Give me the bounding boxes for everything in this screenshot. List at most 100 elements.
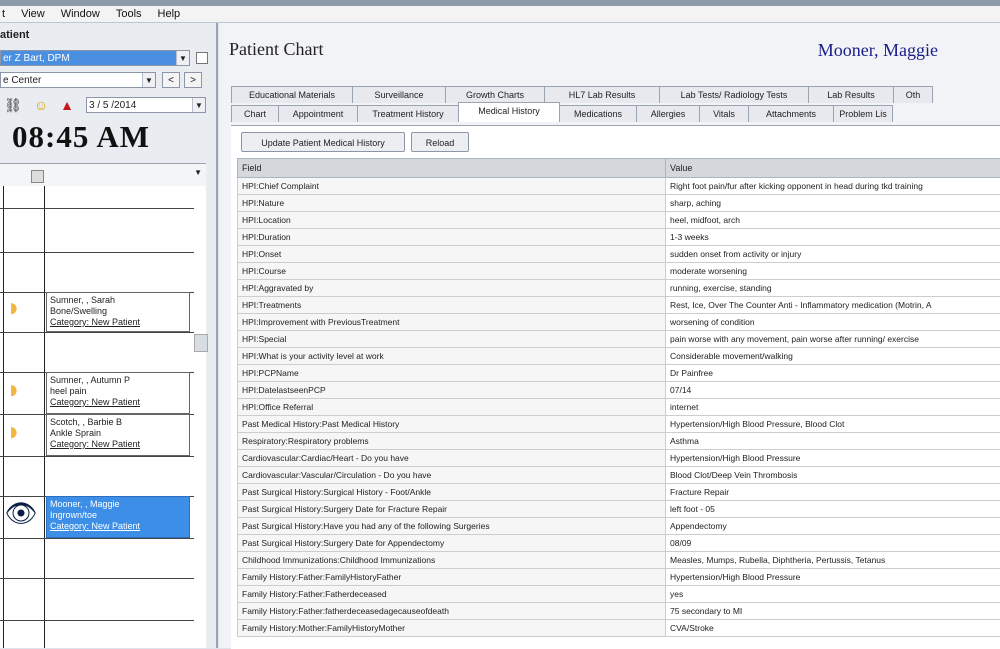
tab-treatment-history[interactable]: Treatment History	[357, 105, 459, 122]
value-cell: Hypertension/High Blood Pressure, Blood …	[666, 416, 1000, 433]
menu-tools[interactable]: Tools	[114, 8, 144, 20]
chevron-down-icon[interactable]: ▼	[192, 98, 205, 112]
alert-icon[interactable]: ▲	[58, 96, 76, 114]
panel-title: atient	[0, 29, 29, 41]
tab-attachments[interactable]: Attachments	[748, 105, 834, 122]
chevron-down-icon[interactable]: ▼	[176, 51, 189, 65]
smiley-icon[interactable]: ☺	[32, 96, 50, 114]
link-icon[interactable]: ⛓	[4, 96, 22, 114]
tab-appointment[interactable]: Appointment	[278, 105, 358, 122]
table-row[interactable]: Family History:Father:FamilyHistoryFathe…	[238, 569, 1000, 586]
patient-chart-panel: Patient Chart Mooner, Maggie Educational…	[219, 23, 1000, 648]
tab-lab-tests-radiology[interactable]: Lab Tests/ Radiology Tests	[659, 86, 809, 103]
table-row[interactable]: HPI:Office Referralinternet	[238, 399, 1000, 416]
field-cell: Family History:Father:FamilyHistoryFathe…	[238, 569, 666, 586]
table-row[interactable]: HPI:Aggravated byrunning, exercise, stan…	[238, 280, 1000, 297]
table-row[interactable]: Family History:Father:Fatherdeceasedyes	[238, 586, 1000, 603]
table-row[interactable]: HPI:PCPNameDr Painfree	[238, 365, 1000, 382]
tab-educational-materials[interactable]: Educational Materials	[231, 86, 353, 103]
location-select[interactable]: e Center ▼	[0, 72, 156, 88]
field-cell: HPI:What is your activity level at work	[238, 348, 666, 365]
field-cell: HPI:Nature	[238, 195, 666, 212]
menu-edit[interactable]: t	[0, 8, 7, 20]
field-cell: HPI:Office Referral	[238, 399, 666, 416]
tab-hl7-lab-results[interactable]: HL7 Lab Results	[544, 86, 660, 103]
appointment-reason: heel pain	[50, 386, 186, 397]
tab-problem-list[interactable]: Problem Lis	[833, 105, 893, 122]
table-row[interactable]: HPI:Locationheel, midfoot, arch	[238, 212, 1000, 229]
provider-checkbox[interactable]	[196, 52, 208, 64]
table-row[interactable]: Past Surgical History:Surgical History -…	[238, 484, 1000, 501]
tab-lab-results[interactable]: Lab Results	[808, 86, 894, 103]
value-cell: CVA/Stroke	[666, 620, 1000, 637]
table-row[interactable]: HPI:Onsetsudden onset from activity or i…	[238, 246, 1000, 263]
field-cell: HPI:Location	[238, 212, 666, 229]
menu-view[interactable]: View	[19, 8, 47, 20]
table-row[interactable]: Past Surgical History:Have you had any o…	[238, 518, 1000, 535]
table-row[interactable]: Cardiovascular:Vascular/Circulation - Do…	[238, 467, 1000, 484]
field-cell: Respiratory:Respiratory problems	[238, 433, 666, 450]
appointment-category: Category: New Patient	[50, 317, 186, 328]
tab-vitals[interactable]: Vitals	[699, 105, 749, 122]
update-medical-history-button[interactable]: Update Patient Medical History	[241, 132, 405, 152]
table-row[interactable]: HPI:Chief ComplaintRight foot pain/fur a…	[238, 178, 1000, 195]
appointment-reason: Ankle Sprain	[50, 428, 186, 439]
time-slider-handle[interactable]	[31, 170, 44, 183]
date-picker[interactable]: 3 / 5 /2014 ▼	[86, 97, 206, 113]
tab-medications[interactable]: Medications	[559, 105, 637, 122]
next-button[interactable]: >	[184, 72, 202, 88]
value-cell: worsening of condition	[666, 314, 1000, 331]
tab-allergies[interactable]: Allergies	[636, 105, 700, 122]
value-cell: sudden onset from activity or injury	[666, 246, 1000, 263]
menu-bar: t View Window Tools Help	[0, 0, 1000, 23]
foot-icon: ◗	[6, 416, 22, 446]
table-row[interactable]: Past Surgical History:Surgery Date for A…	[238, 535, 1000, 552]
appointment-reason: Ingrown/toe	[50, 510, 186, 521]
table-row[interactable]: HPI:What is your activity level at workC…	[238, 348, 1000, 365]
table-row[interactable]: Past Surgical History:Surgery Date for F…	[238, 501, 1000, 518]
chevron-down-icon[interactable]: ▼	[142, 73, 155, 87]
table-row[interactable]: HPI:Specialpain worse with any movement,…	[238, 331, 1000, 348]
table-row[interactable]: Family History:Mother:FamilyHistoryMothe…	[238, 620, 1000, 637]
table-row[interactable]: HPI:DatelastseenPCP07/14	[238, 382, 1000, 399]
reload-button[interactable]: Reload	[411, 132, 469, 152]
table-row[interactable]: Cardiovascular:Cardiac/Heart - Do you ha…	[238, 450, 1000, 467]
menu-window[interactable]: Window	[59, 8, 102, 20]
table-row[interactable]: Past Medical History:Past Medical Histor…	[238, 416, 1000, 433]
table-row[interactable]: Family History:Father:fatherdeceasedagec…	[238, 603, 1000, 620]
column-header-value[interactable]: Value	[666, 159, 1000, 178]
table-row[interactable]: HPI:Naturesharp, aching	[238, 195, 1000, 212]
provider-value: er Z Bart, DPM	[3, 53, 70, 64]
chevron-down-icon[interactable]: ▼	[194, 168, 202, 177]
table-row[interactable]: HPI:TreatmentsRest, Ice, Over The Counte…	[238, 297, 1000, 314]
tab-other[interactable]: Oth	[893, 86, 933, 103]
table-row[interactable]: HPI:Improvement with PreviousTreatmentwo…	[238, 314, 1000, 331]
value-cell: internet	[666, 399, 1000, 416]
tab-growth-charts[interactable]: Growth Charts	[445, 86, 545, 103]
appointment-card[interactable]: Scotch, , Barbie B Ankle Sprain Category…	[46, 414, 190, 456]
field-cell: HPI:DatelastseenPCP	[238, 382, 666, 399]
table-row[interactable]: Respiratory:Respiratory problemsAsthma	[238, 433, 1000, 450]
medical-history-table: Field Value HPI:Chief ComplaintRight foo…	[237, 158, 1000, 637]
schedule-scrollbar-thumb[interactable]	[194, 334, 208, 352]
tab-row-top: Educational Materials Surveillance Growt…	[231, 86, 932, 103]
column-header-field[interactable]: Field	[238, 159, 666, 178]
appointment-patient: Sumner, , Sarah	[50, 295, 186, 306]
table-row[interactable]: HPI:Duration1-3 weeks	[238, 229, 1000, 246]
appointment-card[interactable]: Sumner, , Autumn P heel pain Category: N…	[46, 372, 190, 414]
appointment-card[interactable]: Sumner, , Sarah Bone/Swelling Category: …	[46, 292, 190, 332]
table-row[interactable]: HPI:Coursemoderate worsening	[238, 263, 1000, 280]
provider-select[interactable]: er Z Bart, DPM ▼	[0, 50, 190, 66]
tab-surveillance[interactable]: Surveillance	[352, 86, 446, 103]
menu-help[interactable]: Help	[156, 8, 183, 20]
field-cell: Cardiovascular:Vascular/Circulation - Do…	[238, 467, 666, 484]
appointment-card-selected[interactable]: Mooner, , Maggie Ingrown/toe Category: N…	[46, 496, 190, 538]
value-cell: Blood Clot/Deep Vein Thrombosis	[666, 467, 1000, 484]
table-row[interactable]: Childhood Immunizations:Childhood Immuni…	[238, 552, 1000, 569]
field-cell: HPI:Special	[238, 331, 666, 348]
tab-medical-history[interactable]: Medical History	[458, 102, 560, 122]
field-cell: HPI:Aggravated by	[238, 280, 666, 297]
previous-button[interactable]: <	[162, 72, 180, 88]
tab-chart[interactable]: Chart	[231, 105, 279, 122]
patient-name: Mooner, Maggie	[818, 40, 938, 61]
